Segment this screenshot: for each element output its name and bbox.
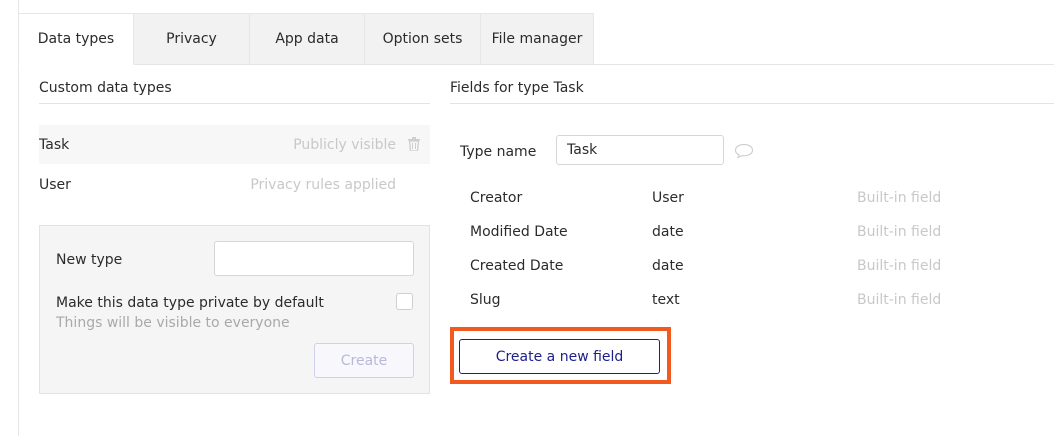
new-type-input[interactable]: [214, 241, 414, 276]
private-hint: Things will be visible to everyone: [56, 315, 290, 331]
tab-label: App data: [275, 31, 339, 47]
field-kind: Built-in field: [857, 190, 942, 206]
tab-label: Privacy: [166, 31, 217, 47]
field-type: text: [652, 292, 680, 308]
create-type-button[interactable]: Create: [314, 343, 414, 378]
data-type-name: User: [39, 176, 71, 193]
tab-label: File manager: [491, 31, 583, 47]
field-kind: Built-in field: [857, 292, 942, 308]
divider: [39, 103, 430, 104]
data-type-row-task[interactable]: Task Publicly visible: [39, 125, 430, 164]
field-name: Created Date: [470, 258, 564, 274]
tab-bar-divider: [593, 64, 1054, 65]
custom-data-types-title: Custom data types: [39, 80, 172, 96]
field-row-created-date[interactable]: Created Date date Built-in field: [470, 250, 950, 284]
new-type-label: New type: [56, 252, 123, 268]
field-row-slug[interactable]: Slug text Built-in field: [470, 284, 950, 318]
field-row-modified-date[interactable]: Modified Date date Built-in field: [470, 216, 950, 250]
speech-bubble-icon[interactable]: [734, 143, 754, 159]
tab-bar: Data types Privacy App data Option sets …: [18, 13, 594, 65]
data-tab-panel: Data types Privacy App data Option sets …: [18, 0, 1054, 436]
field-row-creator[interactable]: Creator User Built-in field: [470, 182, 950, 216]
field-kind: Built-in field: [857, 224, 942, 240]
private-by-default-checkbox[interactable]: [396, 293, 413, 310]
tab-option-sets[interactable]: Option sets: [365, 13, 481, 65]
type-name-label: Type name: [460, 144, 537, 160]
new-type-panel: New type Make this data type private by …: [39, 225, 430, 394]
tab-app-data[interactable]: App data: [250, 13, 365, 65]
fields-title: Fields for type Task: [450, 80, 584, 96]
field-kind: Built-in field: [857, 258, 942, 274]
data-type-status: Privacy rules applied: [250, 176, 396, 193]
field-name: Modified Date: [470, 224, 568, 240]
field-name: Creator: [470, 190, 523, 206]
field-type: date: [652, 224, 684, 240]
type-name-input[interactable]: [556, 135, 724, 165]
field-type: date: [652, 258, 684, 274]
data-type-name: Task: [39, 136, 70, 153]
tab-file-manager[interactable]: File manager: [481, 13, 594, 65]
divider: [450, 103, 1054, 104]
field-type: User: [652, 190, 684, 206]
trash-icon[interactable]: [408, 137, 420, 151]
private-by-default-label: Make this data type private by default: [56, 295, 324, 311]
field-name: Slug: [470, 292, 501, 308]
data-type-status: Publicly visible: [293, 136, 396, 153]
create-new-field-button[interactable]: Create a new field: [459, 339, 660, 374]
tab-label: Option sets: [382, 31, 463, 47]
tab-data-types[interactable]: Data types: [18, 13, 134, 65]
tab-label: Data types: [37, 31, 115, 47]
tab-privacy[interactable]: Privacy: [134, 13, 250, 65]
data-type-row-user[interactable]: User Privacy rules applied: [39, 165, 430, 204]
